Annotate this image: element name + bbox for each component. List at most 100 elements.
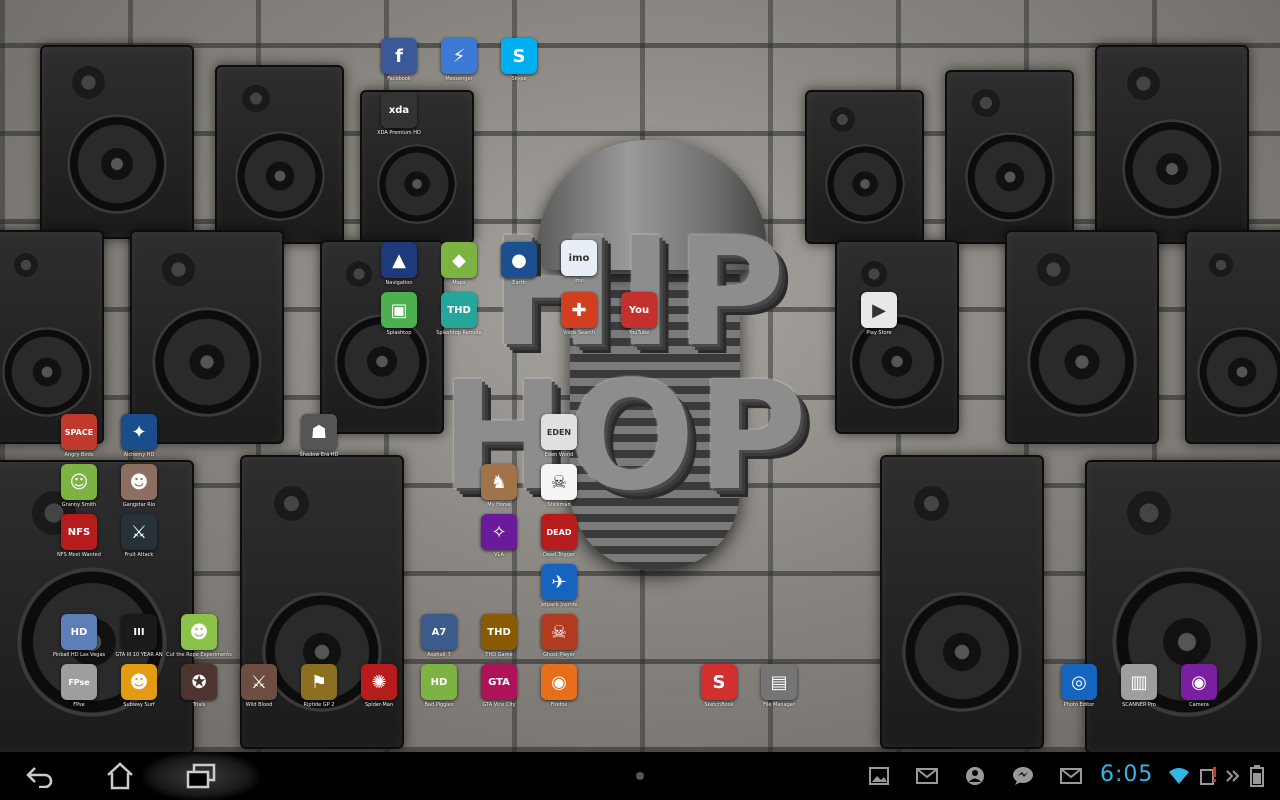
- home-icon: [107, 762, 133, 790]
- sketchbook-icon: S: [701, 664, 737, 700]
- app-shortcut-skype[interactable]: S Skype: [479, 38, 559, 82]
- app-shortcut-xda[interactable]: xda XDA Premium HD: [359, 92, 439, 136]
- app-label: Gangstar Rio: [122, 502, 156, 508]
- scanner-icon: ▥: [1121, 664, 1157, 700]
- messenger-notification[interactable]: [1012, 766, 1034, 786]
- wifi-status[interactable]: [1168, 766, 1190, 786]
- navigation-icon: ▲: [381, 242, 417, 278]
- app-shortcut-play-store[interactable]: ▶ Play Store: [839, 292, 919, 336]
- back-icon: [26, 767, 53, 788]
- fpse-icon: FPse: [61, 664, 97, 700]
- facebook-icon: f: [381, 38, 417, 74]
- gmail-notification[interactable]: [916, 766, 938, 786]
- app-label: Camera: [1189, 702, 1209, 708]
- app-shortcut-stickman[interactable]: ☠ Stickman: [519, 464, 599, 508]
- sd-card-warning-icon: [1200, 767, 1216, 785]
- email-notification-icon: [1060, 768, 1082, 784]
- app-label: YouTube: [628, 330, 650, 336]
- app-shortcut-cut-the-rope[interactable]: ☻ Cut the Rope Experiments: [159, 614, 239, 658]
- messenger-notification-icon: [1013, 767, 1033, 785]
- system-bar: 6:05: [0, 752, 1280, 800]
- battery-status[interactable]: [1246, 765, 1268, 787]
- dead-trigger-icon: DEAD: [541, 514, 577, 550]
- purple-game-icon: ✧: [481, 514, 517, 550]
- thd-game-icon: THD: [481, 614, 517, 650]
- app-label: Eden World: [544, 452, 574, 458]
- speaker: [1095, 45, 1249, 244]
- app-label: Dead Trigger: [543, 552, 575, 558]
- app-label: XDA Premium HD: [377, 130, 421, 136]
- gta3-icon: III: [121, 614, 157, 650]
- app-label: Jetpack Joyride: [540, 602, 578, 608]
- alchemy-icon: ✦: [121, 414, 157, 450]
- recent-apps-icon: [186, 763, 216, 789]
- email-notification[interactable]: [1060, 766, 1082, 786]
- granny-smith-icon: ☺: [61, 464, 97, 500]
- clock[interactable]: 6:05: [1100, 762, 1153, 787]
- app-label: Skype: [511, 76, 527, 82]
- battery-icon: [1250, 765, 1264, 787]
- app-label: Alchemy HD: [123, 452, 155, 458]
- more-status[interactable]: [1222, 766, 1244, 786]
- splashtop-thd-icon: THD: [441, 292, 477, 328]
- speaker: [1185, 230, 1280, 444]
- home-button[interactable]: [95, 758, 145, 794]
- app-shortcut-dead-trigger[interactable]: DEAD Dead Trigger: [519, 514, 599, 558]
- camera-icon: ◉: [1181, 664, 1217, 700]
- app-shortcut-gangstar-rio[interactable]: ☻ Gangstar Rio: [99, 464, 179, 508]
- messenger-icon: ⚡: [441, 38, 477, 74]
- speaker: [40, 45, 194, 239]
- app-shortcut-shadow-era[interactable]: ☗ Shadow Era HD: [279, 414, 359, 458]
- jetpack-icon: ✈: [541, 564, 577, 600]
- firefox-icon: ◉: [541, 664, 577, 700]
- app-shortcut-splashtop-thd[interactable]: THD Splashtop Remote: [419, 292, 499, 336]
- spider-man-icon: ✺: [361, 664, 397, 700]
- maps-icon: ◆: [441, 242, 477, 278]
- account-notification[interactable]: [964, 766, 986, 786]
- fruit-attack-icon: ⚔: [121, 514, 157, 550]
- gallery-notification[interactable]: [868, 766, 890, 786]
- pinball-icon: HD: [61, 614, 97, 650]
- gmail-notification-icon: [916, 768, 938, 784]
- trials-icon: ✪: [181, 664, 217, 700]
- app-label: Shadow Era HD: [299, 452, 339, 458]
- app-shortcut-youtube[interactable]: You YouTube: [599, 292, 679, 336]
- ghost-icon: ☠: [541, 614, 577, 650]
- app-label: Fruit Attack: [124, 552, 154, 558]
- app-shortcut-alchemy[interactable]: ✦ Alchemy HD: [99, 414, 179, 458]
- asphalt-icon: A7: [421, 614, 457, 650]
- speaker: [805, 90, 924, 244]
- app-shortcut-eden-world[interactable]: EDEN Eden World: [519, 414, 599, 458]
- gta-vc-icon: GTA: [481, 664, 517, 700]
- sd-card-warning[interactable]: [1198, 766, 1220, 786]
- xda-icon: xda: [381, 92, 417, 128]
- youtube-icon: You: [621, 292, 657, 328]
- speaker: [0, 230, 104, 444]
- app-shortcut-camera[interactable]: ◉ Camera: [1159, 664, 1239, 708]
- back-button[interactable]: [15, 758, 65, 794]
- nfs-icon: NFS: [61, 514, 97, 550]
- speaker: [215, 65, 344, 244]
- recent-apps-button[interactable]: [176, 758, 226, 794]
- app-shortcut-imo[interactable]: imo imo: [539, 240, 619, 284]
- my-horse-icon: ♞: [481, 464, 517, 500]
- app-label: File Manager: [763, 702, 795, 708]
- speaker: [1085, 460, 1280, 752]
- app-label: Cut the Rope Experiments: [166, 652, 232, 658]
- app-shortcut-file-manager[interactable]: ▤ File Manager: [739, 664, 819, 708]
- imo-icon: imo: [561, 240, 597, 276]
- app-label: imo: [574, 278, 584, 284]
- skype-icon: S: [501, 38, 537, 74]
- app-shortcut-fruit-attack[interactable]: ⚔ Fruit Attack: [99, 514, 179, 558]
- app-shortcut-firefox[interactable]: ◉ Firefox: [519, 664, 599, 708]
- app-label: Play Store: [866, 330, 892, 336]
- app-label: Ghost Player: [543, 652, 575, 658]
- account-notification-icon: [966, 767, 984, 785]
- more-icon: [1226, 770, 1240, 782]
- bad-piggies-icon: HD: [421, 664, 457, 700]
- wifi-icon: [1169, 768, 1189, 784]
- app-shortcut-jetpack[interactable]: ✈ Jetpack Joyride: [519, 564, 599, 608]
- speaker: [945, 70, 1074, 244]
- app-shortcut-ghost-player[interactable]: ☠ Ghost Player: [519, 614, 599, 658]
- play-store-icon: ▶: [861, 292, 897, 328]
